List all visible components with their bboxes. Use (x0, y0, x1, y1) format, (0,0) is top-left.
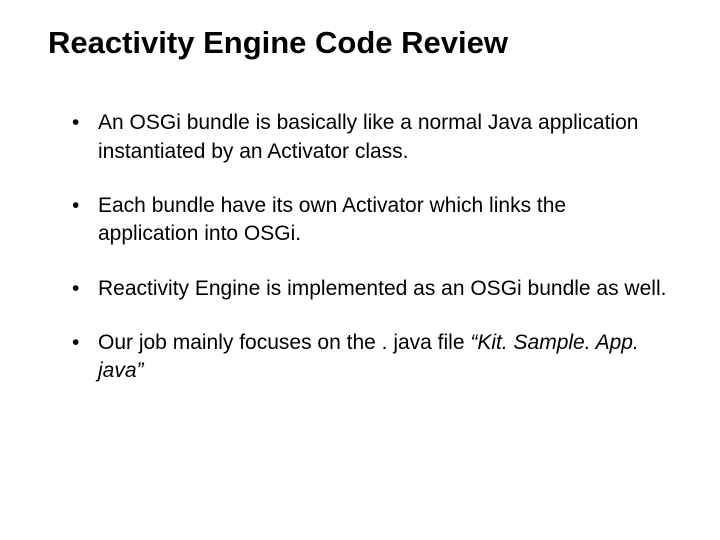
slide-title: Reactivity Engine Code Review (48, 24, 672, 61)
list-item: Each bundle have its own Activator which… (78, 192, 672, 249)
list-item: Reactivity Engine is implemented as an O… (78, 275, 672, 303)
list-item-text: Our job mainly focuses on the . java fil… (98, 331, 470, 354)
list-item: Our job mainly focuses on the . java fil… (78, 329, 672, 386)
list-item: An OSGi bundle is basically like a norma… (78, 109, 672, 166)
bullet-list: An OSGi bundle is basically like a norma… (48, 109, 672, 385)
